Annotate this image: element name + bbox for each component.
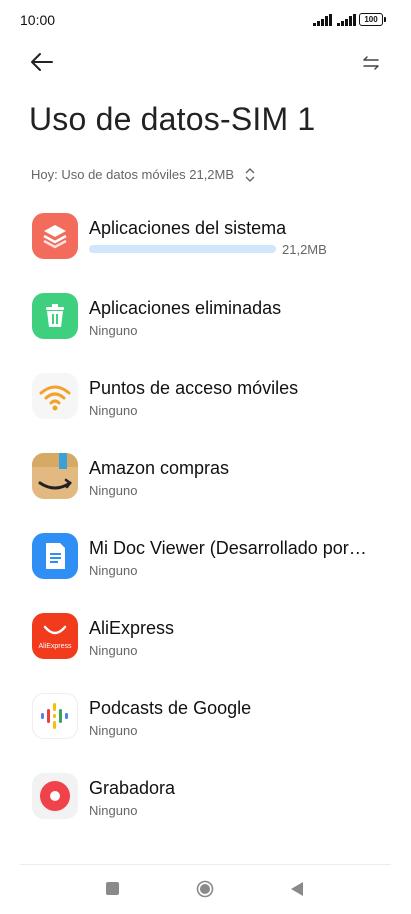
podcasts-icon [32,693,78,739]
amazon-icon [32,453,78,499]
list-item-google-podcasts[interactable]: Podcasts de Google Ninguno [0,680,411,760]
data-usage-summary[interactable]: Hoy: Uso de datos móviles 21,2MB [31,167,256,182]
app-name: AliExpress [89,618,175,638]
nav-divider [20,864,391,865]
home-icon[interactable] [196,880,214,898]
usage-value: 21,2MB [282,242,327,257]
app-name: Grabadora [89,778,176,798]
layers-icon [32,213,78,259]
app-usage: Ninguno [89,803,138,818]
trash-icon [32,293,78,339]
battery-tip [384,17,386,22]
nav-back-icon[interactable] [290,881,304,897]
page-title: Uso de datos-SIM 1 [29,101,316,137]
list-item-recorder[interactable]: Grabadora Ninguno [0,760,411,840]
app-name: Aplicaciones eliminadas [89,298,282,318]
app-name: Podcasts de Google [89,698,252,718]
aliexpress-icon: AliExpress [32,613,78,659]
list-item-mi-doc-viewer[interactable]: Mi Doc Viewer (Desarrollado por… Ninguno [0,520,411,600]
expand-collapse-icon [245,167,255,182]
back-arrow-icon[interactable] [28,48,56,76]
battery-icon: 100 [359,13,383,26]
status-time: 10:00 [20,12,56,28]
aliexpress-icon-label: AliExpress [38,643,72,650]
list-item-amazon[interactable]: Amazon compras Ninguno [0,440,411,520]
app-usage: Ninguno [89,483,138,498]
summary-text: Hoy: Uso de datos móviles 21,2MB [31,167,235,182]
usage-bar [89,245,276,253]
list-item-aliexpress[interactable]: AliExpress AliExpress Ninguno [0,600,411,680]
list-item-hotspot[interactable]: Puntos de acceso móviles Ninguno [0,360,411,440]
status-bar: 10:00 100 [0,0,411,40]
document-icon [32,533,78,579]
app-name: Aplicaciones del sistema [89,218,287,238]
app-usage: Ninguno [89,563,138,578]
app-usage: Ninguno [89,403,138,418]
app-name: Puntos de acceso móviles [89,378,299,398]
list-item-deleted-apps[interactable]: Aplicaciones eliminadas Ninguno [0,280,411,360]
app-usage: Ninguno [89,643,138,658]
app-usage: Ninguno [89,323,138,338]
signal-icon-2 [337,14,356,26]
wifi-icon [32,373,78,419]
app-name: Amazon compras [89,458,230,478]
signal-icon [313,14,332,26]
recorder-icon [32,773,78,819]
app-name: Mi Doc Viewer (Desarrollado por… [89,538,367,558]
app-usage: Ninguno [89,723,138,738]
swap-sim-icon[interactable] [361,53,381,73]
list-item-system-apps[interactable]: Aplicaciones del sistema 21,2MB [0,200,411,280]
recents-icon[interactable] [106,882,119,895]
